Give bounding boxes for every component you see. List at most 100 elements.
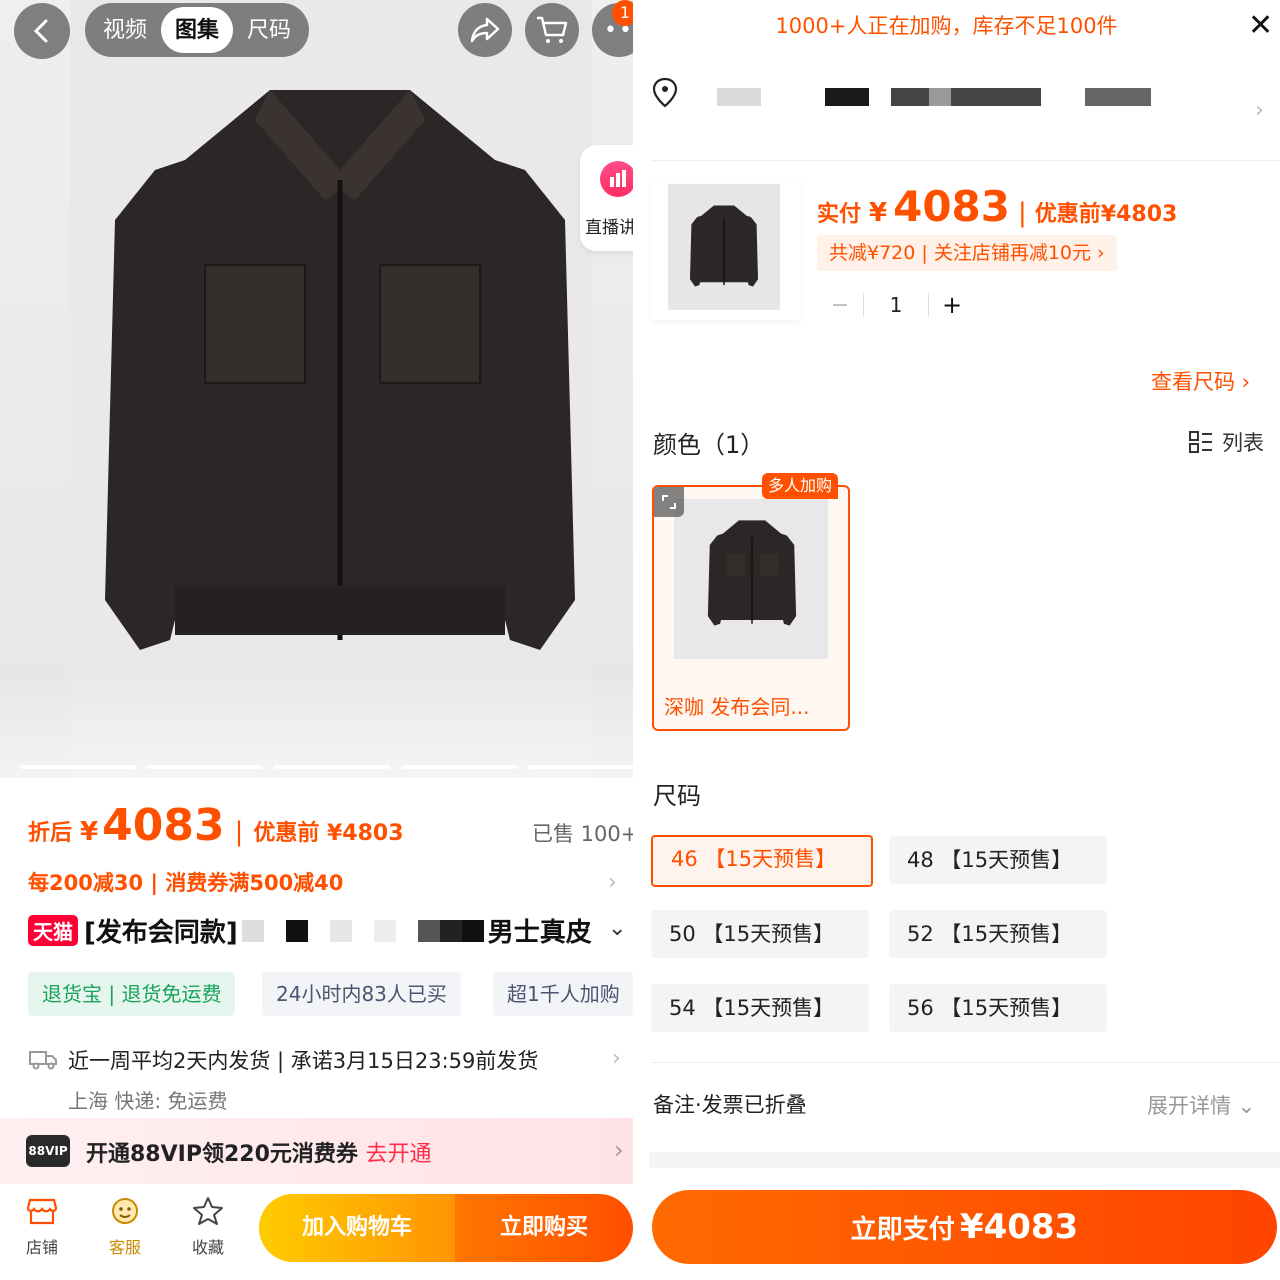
size-chart-link[interactable]: 查看尺码 › [1151, 366, 1250, 396]
product-thumb-image [689, 205, 759, 287]
expand-image-button[interactable] [654, 487, 684, 517]
price-separator: | [234, 817, 244, 847]
redacted-address-blocks [717, 88, 1151, 106]
size-option-52[interactable]: 52 【15天预售】 [889, 910, 1107, 958]
tab-size[interactable]: 尺码 [233, 7, 305, 53]
sku-thumbnail[interactable] [652, 180, 800, 320]
size-option-46[interactable]: 46 【15天预售】 [651, 835, 873, 887]
section-gap [649, 1152, 1280, 1168]
share-icon [470, 17, 500, 43]
indicator [147, 765, 263, 769]
pay-button-label: 立即支付 [850, 1215, 955, 1245]
size-option-48[interactable]: 48 【15天预售】 [889, 836, 1107, 884]
shop-button[interactable]: 店铺 [12, 1196, 72, 1258]
chevron-right-icon: › [1255, 98, 1264, 123]
add-to-cart-button[interactable]: 加入购物车 [259, 1194, 455, 1262]
title-part-a: [发布会同款] [84, 918, 238, 948]
close-icon: ✕ [1248, 8, 1274, 43]
buy-now-button[interactable]: 立即购买 [455, 1194, 633, 1262]
bottom-action-bar: 店铺 客服 收藏 加入购物车 立即购买 [0, 1184, 633, 1280]
color-option-name: 深咖 发布会同... [664, 695, 810, 719]
redacted-text [241, 919, 484, 942]
vip-offer: 开通88VIP领220元消费券 [86, 1142, 358, 1167]
list-view-toggle[interactable]: 列表 [1188, 427, 1264, 457]
truck-icon [29, 1051, 57, 1070]
shop-icon [26, 1198, 58, 1225]
color-option[interactable]: 深咖 发布会同... [652, 485, 850, 731]
chevron-right-icon: › [614, 1136, 624, 1164]
color-option-image [707, 520, 797, 626]
favorite-label: 收藏 [191, 1238, 224, 1257]
product-title[interactable]: 天猫 [发布会同款] 男士真皮 [28, 912, 592, 949]
shop-label: 店铺 [25, 1238, 58, 1257]
shipping-info[interactable]: 近一周平均2天内发货 | 承诺3月15日23:59前发货 [68, 1045, 538, 1075]
divider [651, 160, 1280, 161]
list-toggle-label: 列表 [1222, 431, 1264, 455]
promo-text[interactable]: 每200减30 | 消费券满500减40 [28, 867, 343, 897]
pay-button-amount: ¥4083 [959, 1207, 1079, 1247]
tmall-badge: 天猫 [28, 915, 78, 946]
size-section-title: 尺码 [653, 782, 701, 810]
cart-icon [537, 16, 568, 43]
title-part-b: 男士真皮 [487, 918, 592, 948]
image-gallery[interactable] [0, 0, 633, 778]
currency-symbol: ¥ [80, 817, 99, 847]
live-icon [600, 161, 633, 197]
tab-video[interactable]: 视频 [89, 7, 161, 53]
chevron-left-icon [33, 19, 48, 43]
product-image [105, 90, 575, 650]
chevron-right-icon: › [608, 870, 617, 895]
price-prefix: 折后 [28, 821, 73, 846]
increase-button[interactable]: + [929, 291, 975, 319]
divider [651, 1062, 1280, 1063]
color-section-title: 颜色（1） [653, 431, 765, 459]
size-option-50[interactable]: 50 【15天预售】 [651, 910, 869, 958]
indicator [401, 765, 517, 769]
price-separator: | [1018, 198, 1027, 228]
close-button[interactable]: ✕ [1248, 8, 1273, 43]
quantity-value[interactable]: 1 [864, 293, 928, 317]
vip-text: 开通88VIP领220元消费券 去开通 [86, 1136, 432, 1168]
favorite-button[interactable]: 收藏 [178, 1196, 238, 1258]
size-option-56[interactable]: 56 【15天预售】 [889, 984, 1107, 1032]
pay-price-row: 实付 ¥ 4083 | 优惠前¥4803 [817, 182, 1177, 231]
cart-count-tag: 超1千人加购 [493, 972, 633, 1016]
stock-banner: 1000+人正在加购，库存不足100件 [775, 14, 1118, 38]
gallery-fade [0, 680, 633, 778]
price-row: 折后 ¥ 4083 | 优惠前 ¥4803 [28, 800, 404, 851]
vip-logo: 88VIP [26, 1135, 70, 1167]
chevron-right-icon: › [612, 1046, 621, 1071]
discount-chip[interactable]: 共减¥720 | 关注店铺再减10元 › [817, 235, 1117, 271]
expand-icon [662, 495, 676, 509]
sku-sheet: 1000+人正在加购，库存不足100件 ✕ › 实付 ¥ 4083 | 优惠前¥… [633, 0, 1280, 1280]
indicator [528, 765, 633, 769]
vip-open-link[interactable]: 去开通 [366, 1142, 432, 1167]
media-tabs: 视频 图集 尺码 [85, 3, 309, 57]
currency-symbol: ¥ [869, 198, 888, 228]
vip-banner[interactable]: 88VIP 开通88VIP领220元消费券 去开通 › [0, 1118, 633, 1184]
star-icon [193, 1197, 223, 1225]
hot-badge: 多人加购 [762, 473, 839, 499]
product-page: 视频 图集 尺码 •• 1 直播讲 折后 ¥ 4083 | 优惠前 ¥4803 … [0, 0, 633, 1280]
cart-button[interactable] [525, 3, 579, 57]
note-invoice-label: 备注·发票已折叠 [653, 1093, 807, 1117]
original-price: 优惠前¥4803 [1034, 202, 1178, 227]
service-button[interactable]: 客服 [95, 1196, 155, 1258]
live-chip-label: 直播讲 [585, 218, 633, 238]
return-insurance-tag: 退货宝 | 退货免运费 [28, 972, 236, 1016]
indicator [274, 765, 390, 769]
cart-count-badge: 1 [612, 0, 633, 26]
expand-details-link[interactable]: 展开详情 ⌄ [1147, 1090, 1255, 1120]
price-value: 4083 [102, 800, 225, 851]
pay-now-button[interactable]: 立即支付 ¥4083 [652, 1190, 1277, 1264]
decrease-button[interactable]: − [817, 293, 863, 318]
tab-gallery[interactable]: 图集 [161, 7, 233, 53]
indicator [20, 765, 136, 769]
location-pin-icon [652, 77, 678, 108]
live-chip[interactable]: 直播讲 [580, 145, 633, 251]
shipping-origin: 上海 快递: 免运费 [68, 1089, 228, 1113]
share-button[interactable] [458, 3, 512, 57]
size-option-54[interactable]: 54 【15天预售】 [651, 984, 869, 1032]
back-button[interactable] [14, 3, 70, 59]
chevron-down-icon[interactable]: ⌄ [608, 916, 626, 941]
